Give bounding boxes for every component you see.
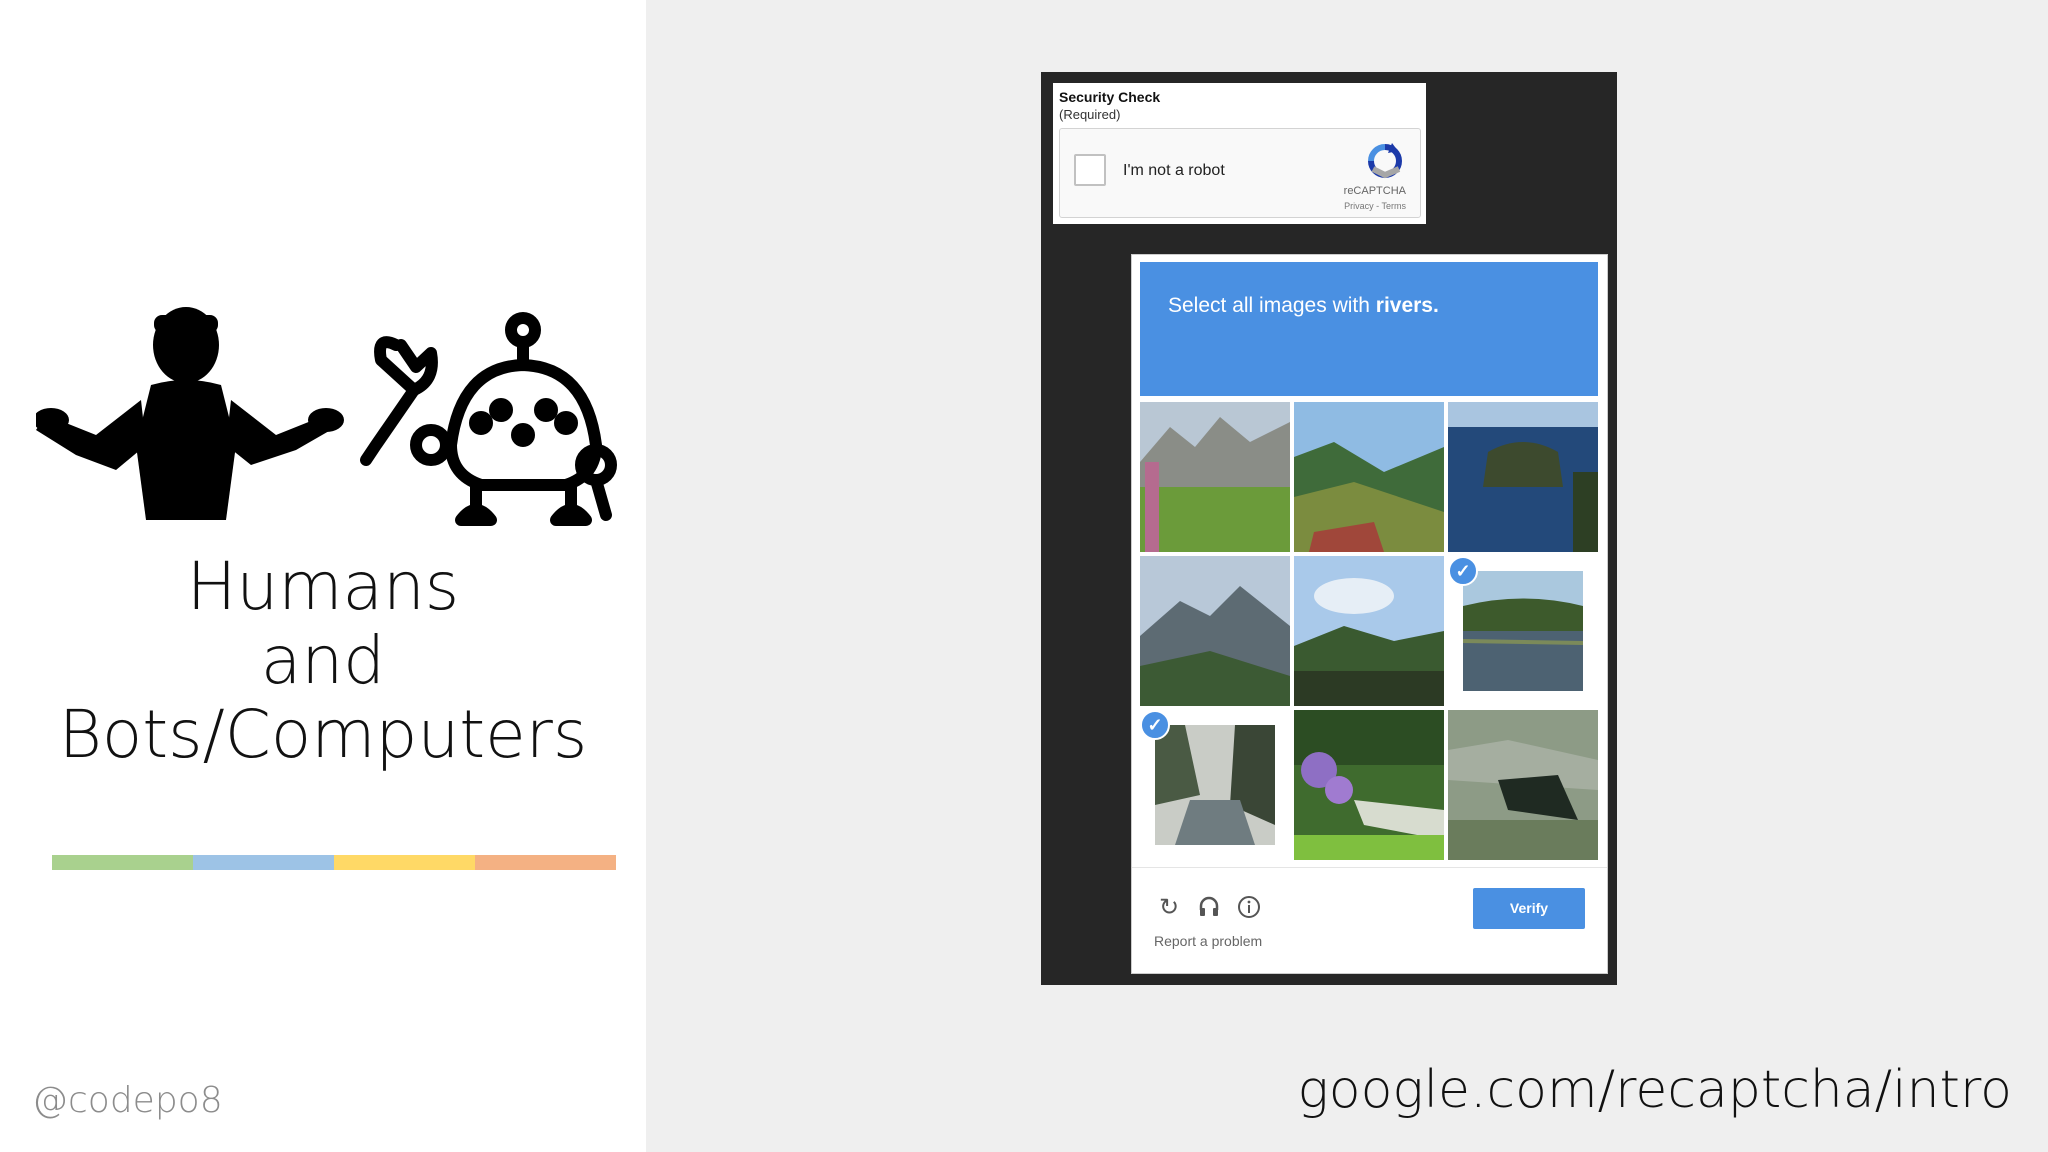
image-tile-9[interactable] [1448,710,1598,860]
recaptcha-brand: reCAPTCHA [1343,185,1406,197]
reload-icon[interactable]: ↻ [1154,892,1184,922]
selected-check-icon: ✓ [1448,556,1478,586]
color-bar-blue [193,855,334,870]
image-tile-7[interactable]: ✓ [1140,710,1290,860]
recaptcha-logo-icon [1368,143,1402,179]
challenge-keyword: rivers. [1375,294,1439,317]
left-panel: Humans and Bots/Computers @codepo8 [0,0,646,1152]
illustration [36,307,617,526]
color-bar [52,855,616,870]
image-tile-4[interactable] [1140,556,1290,706]
challenge-instruction: Select all images with rivers. [1168,294,1439,318]
report-problem-link[interactable]: Report a problem [1154,933,1262,949]
recaptcha-widget: I'm not a robot reCAPTCHA Privacy - Term… [1059,128,1421,218]
robot-with-wrench-icon [360,312,617,526]
title-line-2: and [260,622,386,699]
challenge-prefix: Select all images with [1168,294,1376,317]
color-bar-yellow [334,855,475,870]
not-a-robot-label: I'm not a robot [1123,162,1225,179]
color-bar-orange [475,855,616,870]
twitter-handle: @codepo8 [32,1080,223,1121]
security-check-box: Security Check (Required) I'm not a robo… [1053,83,1426,224]
image-grid: ✓ ✓ [1140,402,1600,860]
security-required: (Required) [1059,107,1121,122]
image-tile-3[interactable] [1448,402,1598,552]
image-tile-8[interactable] [1294,710,1444,860]
selected-check-icon: ✓ [1140,710,1170,740]
color-bar-green [52,855,193,870]
challenge-header: Select all images with rivers. [1140,262,1598,396]
image-tile-2[interactable] [1294,402,1444,552]
title-line-1: Humans [186,548,460,625]
security-title: Security Check [1059,89,1161,105]
shrugging-person-icon [36,307,344,520]
audio-icon[interactable] [1194,892,1224,922]
not-a-robot-checkbox[interactable] [1074,154,1106,186]
privacy-terms-links[interactable]: Privacy - Terms [1344,201,1406,211]
info-icon[interactable] [1234,892,1264,922]
title-line-3: Bots/Computers [58,696,588,773]
captcha-challenge: Select all images with rivers. ✓ ✓ ↻ Rep… [1131,254,1608,974]
challenge-footer: ↻ Report a problem Verify [1132,867,1607,973]
image-tile-1[interactable] [1140,402,1290,552]
image-tile-6[interactable]: ✓ [1448,556,1598,706]
captcha-screenshot: Security Check (Required) I'm not a robo… [1041,72,1617,985]
slide-title: Humans and Bots/Computers [40,550,606,772]
image-tile-5[interactable] [1294,556,1444,706]
source-url: google.com/recaptcha/intro [1297,1060,2012,1120]
verify-button[interactable]: Verify [1473,888,1585,929]
